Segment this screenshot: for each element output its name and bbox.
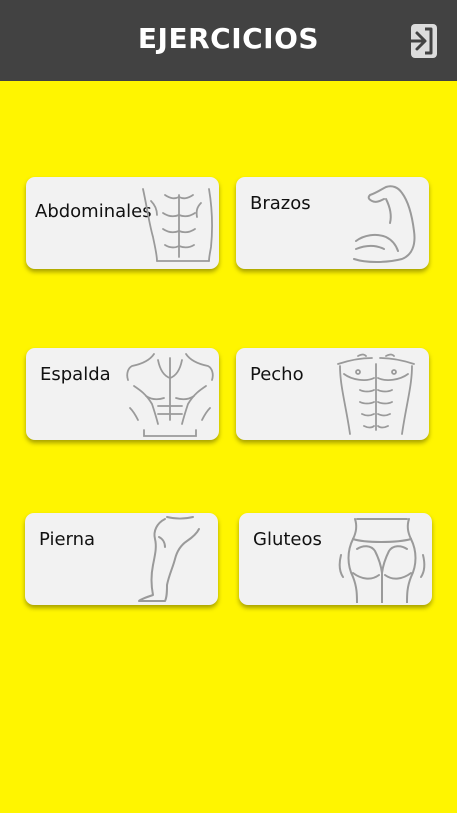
category-card-pierna[interactable]: Pierna — [25, 513, 218, 605]
card-label: Pecho — [250, 364, 304, 385]
biceps-icon — [346, 179, 426, 265]
card-label: Abdominales — [35, 201, 152, 222]
card-label: Pierna — [39, 529, 96, 550]
app-header: EJERCICIOS — [0, 0, 457, 81]
back-icon — [124, 350, 216, 440]
logout-button[interactable] — [399, 23, 439, 59]
abs-icon — [139, 185, 219, 265]
category-card-gluteos[interactable]: Gluteos — [239, 513, 432, 605]
category-card-espalda[interactable]: Espalda — [26, 348, 219, 440]
page-title: EJERCICIOS — [137, 22, 320, 55]
category-card-brazos[interactable]: Brazos — [236, 177, 429, 269]
category-card-abdominales[interactable]: Abdominales — [26, 177, 219, 269]
logout-icon — [399, 24, 437, 58]
chest-icon — [336, 350, 416, 438]
card-label: Espalda — [40, 364, 111, 385]
glutes-icon — [337, 515, 429, 603]
leg-icon — [135, 515, 205, 603]
category-card-pecho[interactable]: Pecho — [236, 348, 429, 440]
card-label: Gluteos — [253, 529, 322, 550]
card-label: Brazos — [250, 193, 311, 214]
